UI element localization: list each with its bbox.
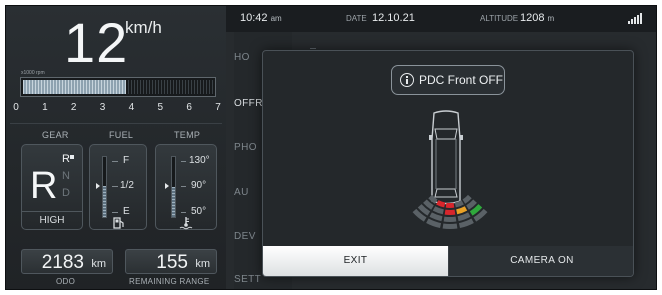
rpm-tick-label: 5: [157, 102, 164, 113]
altitude-label: ALTITUDE: [480, 14, 519, 23]
date-value: 12.10.21: [372, 12, 415, 24]
instrument-cluster: 12 km/h x1000 rpm 01234567 GEAR FUEL TEM…: [6, 6, 226, 289]
gear-options: R N D: [62, 151, 70, 202]
fuel-level-bar: [102, 156, 107, 218]
rpm-tick-label: 7: [215, 102, 221, 113]
menu-item-settings[interactable]: SETT: [234, 274, 261, 285]
odometer-display: 2183 km: [21, 249, 113, 274]
gear-panel: R R N D HIGH: [21, 144, 83, 230]
rpm-caption: x1000 rpm: [21, 70, 45, 76]
menu-item-audio[interactable]: AU: [234, 187, 249, 198]
odometer-value: 2183: [41, 252, 84, 273]
temp-scale-low: 50°: [191, 206, 207, 217]
rpm-bar-fill: [23, 80, 126, 94]
menu-item-home[interactable]: HO: [234, 52, 250, 63]
fuel-scale-half: 1/2: [120, 180, 134, 191]
signal-strength-icon: [628, 13, 642, 24]
temp-scale-high: 130°: [189, 155, 210, 166]
temp-tick: [181, 186, 186, 187]
drive-mode: HIGH: [22, 211, 82, 229]
sensor-segment: [454, 200, 464, 208]
rpm-tick-label: 3: [99, 102, 106, 113]
sensor-segment: [443, 216, 457, 222]
screen-frame: 12 km/h x1000 rpm 01234567 GEAR FUEL TEM…: [5, 5, 657, 290]
remaining-range-display: 155 km: [125, 249, 217, 274]
sensor-segment: [445, 202, 455, 208]
remaining-range-label: REMAINING RANGE: [129, 277, 210, 286]
fuel-pump-icon: [113, 217, 124, 229]
clock: 10:42 am: [240, 12, 282, 24]
pdc-status-message: PDC Front OFF: [419, 73, 504, 87]
temp-panel: 130° 90° 50°: [155, 144, 217, 230]
rpm-tick-label: 6: [186, 102, 192, 113]
temp-level-marker: [165, 183, 169, 189]
menu-item-phone[interactable]: PHO: [234, 142, 257, 153]
camera-on-button[interactable]: CAMERA ON: [448, 246, 633, 276]
odometer-unit: km: [91, 258, 106, 270]
fuel-label: FUEL: [109, 130, 134, 140]
speed-unit: km/h: [125, 18, 162, 37]
rpm-tick-label: 1: [42, 102, 48, 113]
remaining-range-unit: km: [195, 258, 210, 270]
sensor-segment: [444, 209, 456, 215]
rpm-tick-label: 0: [13, 102, 19, 113]
info-icon: [400, 73, 414, 87]
parking-sensor-arcs: [412, 194, 488, 229]
rpm-scale: 0 1 2 3 4 5 6 7: [13, 102, 221, 116]
altitude: 1208 m: [520, 12, 554, 24]
menu-item-offroad[interactable]: OFFR: [234, 98, 263, 109]
temp-level-fill: [172, 187, 175, 217]
pdc-status-badge: PDC Front OFF: [391, 65, 505, 95]
clock-suffix: am: [270, 14, 282, 23]
divider: [10, 123, 222, 124]
pdc-dialog: PDC Front OFF EXIT CAMERA ON: [262, 50, 634, 277]
fuel-tick: [112, 161, 118, 162]
temp-level-bar: [171, 156, 176, 218]
fuel-tick: [112, 212, 118, 213]
sensor-segment: [432, 206, 444, 215]
odometer-label: ODO: [56, 277, 76, 286]
exit-button[interactable]: EXIT: [263, 246, 448, 276]
gear-label: GEAR: [42, 130, 69, 140]
gear-option-n: N: [62, 170, 70, 182]
status-bar: 10:42 am DATE 12.10.21 ALTITUDE 1208 m: [226, 6, 656, 32]
sensor-segment: [436, 200, 446, 208]
fuel-tick: [112, 186, 118, 187]
remaining-range-value: 155: [156, 252, 188, 273]
rpm-tick-label: 2: [70, 102, 77, 113]
temp-label: TEMP: [174, 130, 201, 140]
altitude-value: 1208: [520, 12, 545, 24]
date-label: DATE: [346, 14, 367, 23]
coolant-temperature-icon: [179, 217, 193, 230]
fuel-level-marker: [96, 183, 100, 189]
temp-tick: [181, 161, 186, 162]
fuel-scale-full: F: [123, 155, 130, 166]
rpm-bar: [20, 77, 216, 97]
temp-tick: [181, 212, 186, 213]
fuel-level-fill: [103, 185, 106, 217]
selected-gear-indicator: [70, 155, 74, 159]
fuel-panel: F 1/2 E: [89, 144, 147, 230]
temp-scale-mid: 90°: [191, 180, 207, 191]
sensor-segment: [456, 206, 468, 215]
sensor-segment: [442, 223, 458, 229]
current-gear: R: [30, 165, 58, 207]
clock-time: 10:42: [240, 12, 268, 24]
gear-option-d: D: [62, 187, 70, 199]
menu-item-devices[interactable]: DEV: [234, 231, 256, 242]
rpm-tick-label: 4: [128, 102, 135, 113]
speed-value: 12: [64, 11, 129, 74]
gear-option-r: R: [62, 153, 70, 165]
altitude-unit: m: [547, 14, 555, 23]
